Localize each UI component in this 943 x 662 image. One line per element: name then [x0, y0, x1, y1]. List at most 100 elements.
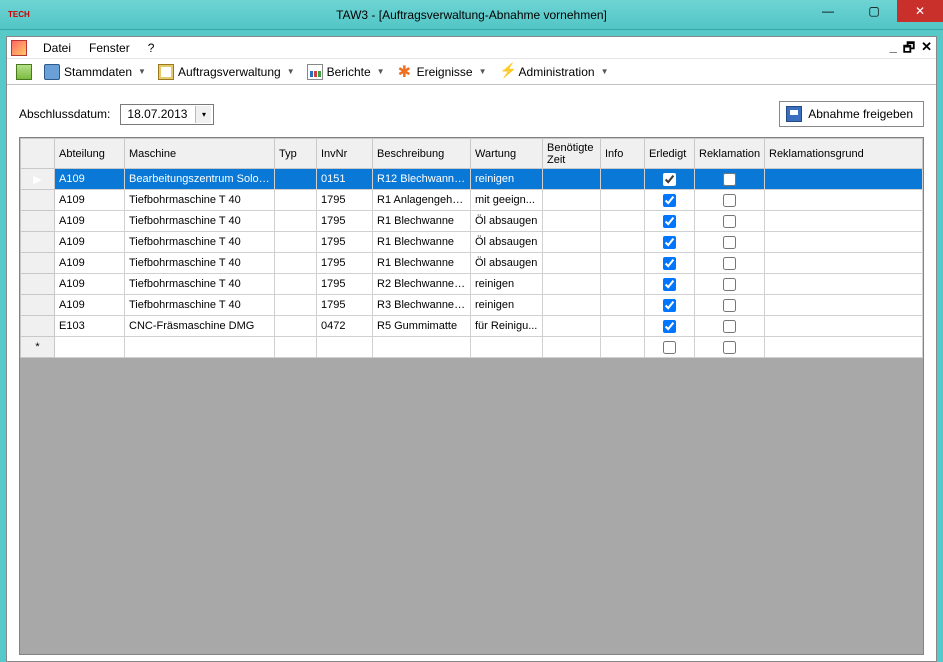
table-row[interactable]: A109Tiefbohrmaschine T 401795R2 Blechwan…: [21, 274, 923, 295]
cell-reklamation[interactable]: [695, 232, 765, 253]
reklamation-checkbox[interactable]: [723, 299, 736, 312]
abschlussdatum-select[interactable]: 18.07.2013 ▾: [120, 104, 214, 125]
cell-abteilung[interactable]: A109: [55, 190, 125, 211]
cell-benoetigte-zeit[interactable]: [543, 169, 601, 190]
cell-reklamationsgrund[interactable]: [765, 295, 923, 316]
cell-reklamationsgrund[interactable]: [765, 169, 923, 190]
cell-beschreibung[interactable]: R1 Blechwanne: [373, 253, 471, 274]
cell-abteilung[interactable]: A109: [55, 295, 125, 316]
cell-abteilung[interactable]: E103: [55, 316, 125, 337]
reklamation-checkbox[interactable]: [723, 236, 736, 249]
data-grid[interactable]: Abteilung Maschine Typ InvNr Beschreibun…: [19, 137, 924, 655]
new-row[interactable]: *: [21, 337, 923, 358]
cell-info[interactable]: [601, 253, 645, 274]
cell-reklamation[interactable]: [695, 316, 765, 337]
cell-maschine[interactable]: Tiefbohrmaschine T 40: [125, 295, 275, 316]
reklamation-checkbox[interactable]: [723, 320, 736, 333]
col-maschine[interactable]: Maschine: [125, 139, 275, 169]
reklamation-checkbox[interactable]: [723, 173, 736, 186]
cell-info[interactable]: [601, 295, 645, 316]
cell-invnr[interactable]: 0151: [317, 169, 373, 190]
cell-maschine[interactable]: Tiefbohrmaschine T 40: [125, 253, 275, 274]
cell-benoetigte-zeit[interactable]: [543, 274, 601, 295]
cell-beschreibung[interactable]: R5 Gummimatte: [373, 316, 471, 337]
cell-erledigt[interactable]: [645, 295, 695, 316]
cell-info[interactable]: [601, 316, 645, 337]
reklamation-checkbox[interactable]: [723, 257, 736, 270]
cell-invnr[interactable]: 1795: [317, 253, 373, 274]
cell-beschreibung[interactable]: R12 Blechwanne...: [373, 169, 471, 190]
cell-info[interactable]: [601, 232, 645, 253]
cell-beschreibung[interactable]: R1 Anlagengehä...: [373, 190, 471, 211]
table-row[interactable]: ▶A109Bearbeitungszentrum Solon 40151R12 …: [21, 169, 923, 190]
cell-erledigt[interactable]: [645, 253, 695, 274]
cell-reklamationsgrund[interactable]: [765, 316, 923, 337]
cell-maschine[interactable]: Tiefbohrmaschine T 40: [125, 190, 275, 211]
toolbar-buildings-button[interactable]: [11, 61, 37, 83]
col-benoetigte-zeit[interactable]: Benötigte Zeit: [543, 139, 601, 169]
erledigt-checkbox[interactable]: [663, 299, 676, 312]
cell-abteilung[interactable]: A109: [55, 169, 125, 190]
cell-info[interactable]: [601, 211, 645, 232]
cell-wartung[interactable]: Öl absaugen: [471, 211, 543, 232]
cell-reklamation[interactable]: [695, 211, 765, 232]
erledigt-checkbox[interactable]: [663, 194, 676, 207]
cell-beschreibung[interactable]: R1 Blechwanne: [373, 232, 471, 253]
cell-invnr[interactable]: 1795: [317, 274, 373, 295]
cell-reklamation[interactable]: [695, 169, 765, 190]
col-erledigt[interactable]: Erledigt: [645, 139, 695, 169]
cell-typ[interactable]: [275, 274, 317, 295]
cell-benoetigte-zeit[interactable]: [543, 211, 601, 232]
cell-typ[interactable]: [275, 253, 317, 274]
cell-erledigt[interactable]: [645, 232, 695, 253]
erledigt-checkbox[interactable]: [663, 173, 676, 186]
table-row[interactable]: A109Tiefbohrmaschine T 401795R1 Blechwan…: [21, 211, 923, 232]
menu-help[interactable]: ?: [140, 39, 163, 57]
col-reklamationsgrund[interactable]: Reklamationsgrund: [765, 139, 923, 169]
table-row[interactable]: E103CNC-Fräsmaschine DMG0472R5 Gummimatt…: [21, 316, 923, 337]
table-row[interactable]: A109Tiefbohrmaschine T 40 1795R1 Blechwan…: [21, 253, 923, 274]
cell-wartung[interactable]: reinigen: [471, 274, 543, 295]
cell-typ[interactable]: [275, 232, 317, 253]
mdi-minimize-button[interactable]: _: [890, 39, 897, 61]
cell-typ[interactable]: [275, 190, 317, 211]
menu-file[interactable]: Datei: [35, 39, 79, 57]
cell-benoetigte-zeit[interactable]: [543, 295, 601, 316]
erledigt-checkbox[interactable]: [663, 278, 676, 291]
erledigt-checkbox[interactable]: [663, 320, 676, 333]
cell-erledigt[interactable]: [645, 274, 695, 295]
reklamation-checkbox[interactable]: [723, 215, 736, 228]
erledigt-checkbox[interactable]: [663, 257, 676, 270]
cell-abteilung[interactable]: A109: [55, 253, 125, 274]
cell-wartung[interactable]: Öl absaugen: [471, 253, 543, 274]
cell-abteilung[interactable]: A109: [55, 232, 125, 253]
reklamation-checkbox[interactable]: [723, 194, 736, 207]
cell-maschine[interactable]: Tiefbohrmaschine T 40: [125, 211, 275, 232]
col-invnr[interactable]: InvNr: [317, 139, 373, 169]
toolbar-stammdaten[interactable]: Stammdaten ▼: [39, 61, 151, 83]
table-row[interactable]: A109Tiefbohrmaschine T 401795R3 Blechwan…: [21, 295, 923, 316]
cell-beschreibung[interactable]: R1 Blechwanne: [373, 211, 471, 232]
cell-wartung[interactable]: reinigen: [471, 295, 543, 316]
cell-reklamationsgrund[interactable]: [765, 190, 923, 211]
cell-maschine[interactable]: Tiefbohrmaschine T 40: [125, 232, 275, 253]
table-row[interactable]: A109Tiefbohrmaschine T 40 1795R1 Anlageng…: [21, 190, 923, 211]
col-reklamation[interactable]: Reklamation: [695, 139, 765, 169]
cell-erledigt[interactable]: [645, 169, 695, 190]
cell-benoetigte-zeit[interactable]: [543, 190, 601, 211]
cell-benoetigte-zeit[interactable]: [543, 253, 601, 274]
cell-wartung[interactable]: Öl absaugen: [471, 232, 543, 253]
cell-invnr[interactable]: 1795: [317, 211, 373, 232]
erledigt-checkbox[interactable]: [663, 341, 676, 354]
col-typ[interactable]: Typ: [275, 139, 317, 169]
minimize-button[interactable]: —: [805, 0, 851, 22]
erledigt-checkbox[interactable]: [663, 236, 676, 249]
cell-reklamationsgrund[interactable]: [765, 211, 923, 232]
cell-reklamationsgrund[interactable]: [765, 253, 923, 274]
toolbar-berichte[interactable]: Berichte ▼: [302, 61, 390, 83]
cell-wartung[interactable]: mit geeign...: [471, 190, 543, 211]
cell-invnr[interactable]: 1795: [317, 232, 373, 253]
table-row[interactable]: A109Tiefbohrmaschine T 40 1795R1 Blechwan…: [21, 232, 923, 253]
cell-invnr[interactable]: 1795: [317, 190, 373, 211]
maximize-button[interactable]: ▢: [851, 0, 897, 22]
